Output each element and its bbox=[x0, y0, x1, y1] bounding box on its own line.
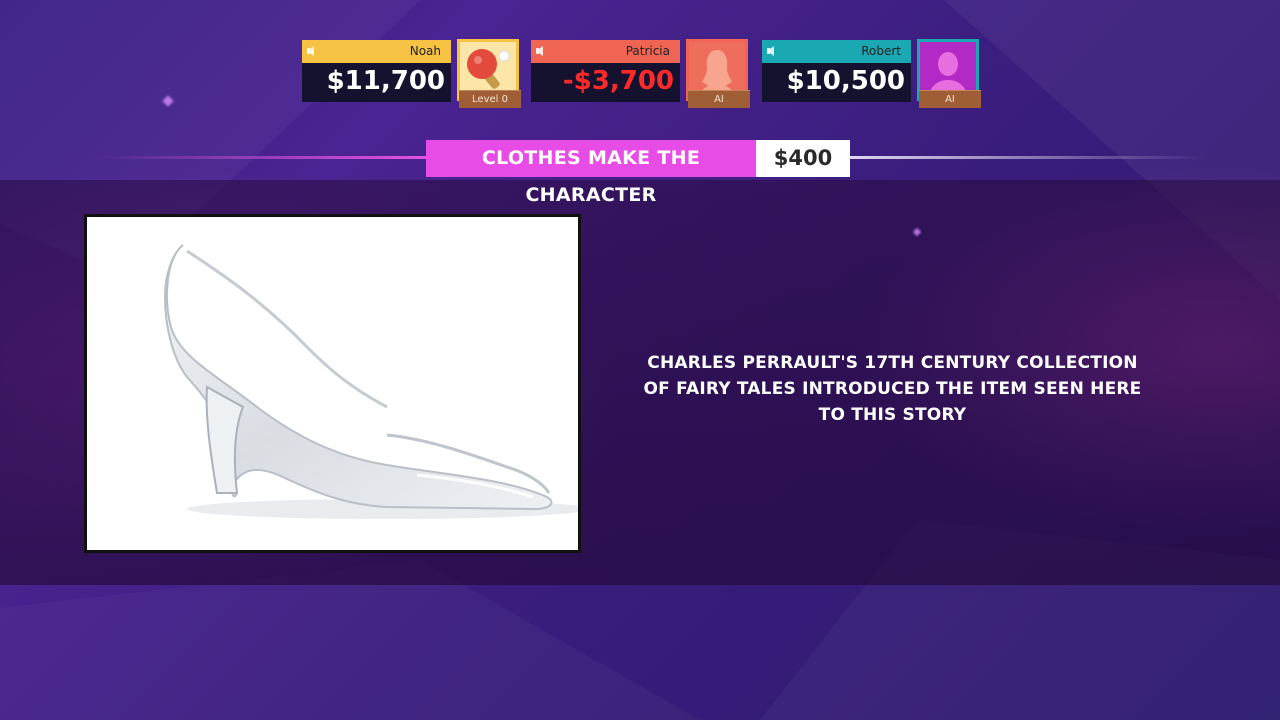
glass-slipper-icon bbox=[163, 244, 587, 519]
category-line bbox=[850, 156, 1205, 159]
category-line bbox=[95, 156, 430, 159]
player-tag: AI bbox=[919, 90, 981, 108]
speaker-icon[interactable] bbox=[536, 46, 543, 56]
speaker-icon[interactable] bbox=[767, 46, 774, 56]
clue-value: $400 bbox=[756, 140, 850, 177]
player-header: Robert bbox=[762, 40, 911, 63]
player-plate: Patricia -$3,700 bbox=[531, 40, 680, 102]
speaker-icon[interactable] bbox=[307, 46, 314, 56]
player-tag: Level 0 bbox=[459, 90, 521, 108]
player-name: Robert bbox=[861, 44, 901, 58]
player-score: $11,700 bbox=[326, 66, 445, 96]
player-header: Noah bbox=[302, 40, 451, 63]
player-score: $10,500 bbox=[786, 66, 905, 96]
player-score: -$3,700 bbox=[562, 66, 674, 96]
clue-image bbox=[84, 214, 587, 553]
clue-text: CHARLES PERRAULT'S 17TH CENTURY COLLECTI… bbox=[643, 353, 1142, 425]
player-plate: Robert $10,500 bbox=[762, 40, 911, 102]
player-header: Patricia bbox=[531, 40, 680, 63]
player-tag: AI bbox=[688, 90, 750, 108]
player-plate: Noah $11,700 bbox=[302, 40, 451, 102]
player-name: Noah bbox=[409, 44, 441, 58]
player-name: Patricia bbox=[625, 44, 670, 58]
category-title: CLOTHES MAKE THE CHARACTER bbox=[426, 140, 756, 206]
